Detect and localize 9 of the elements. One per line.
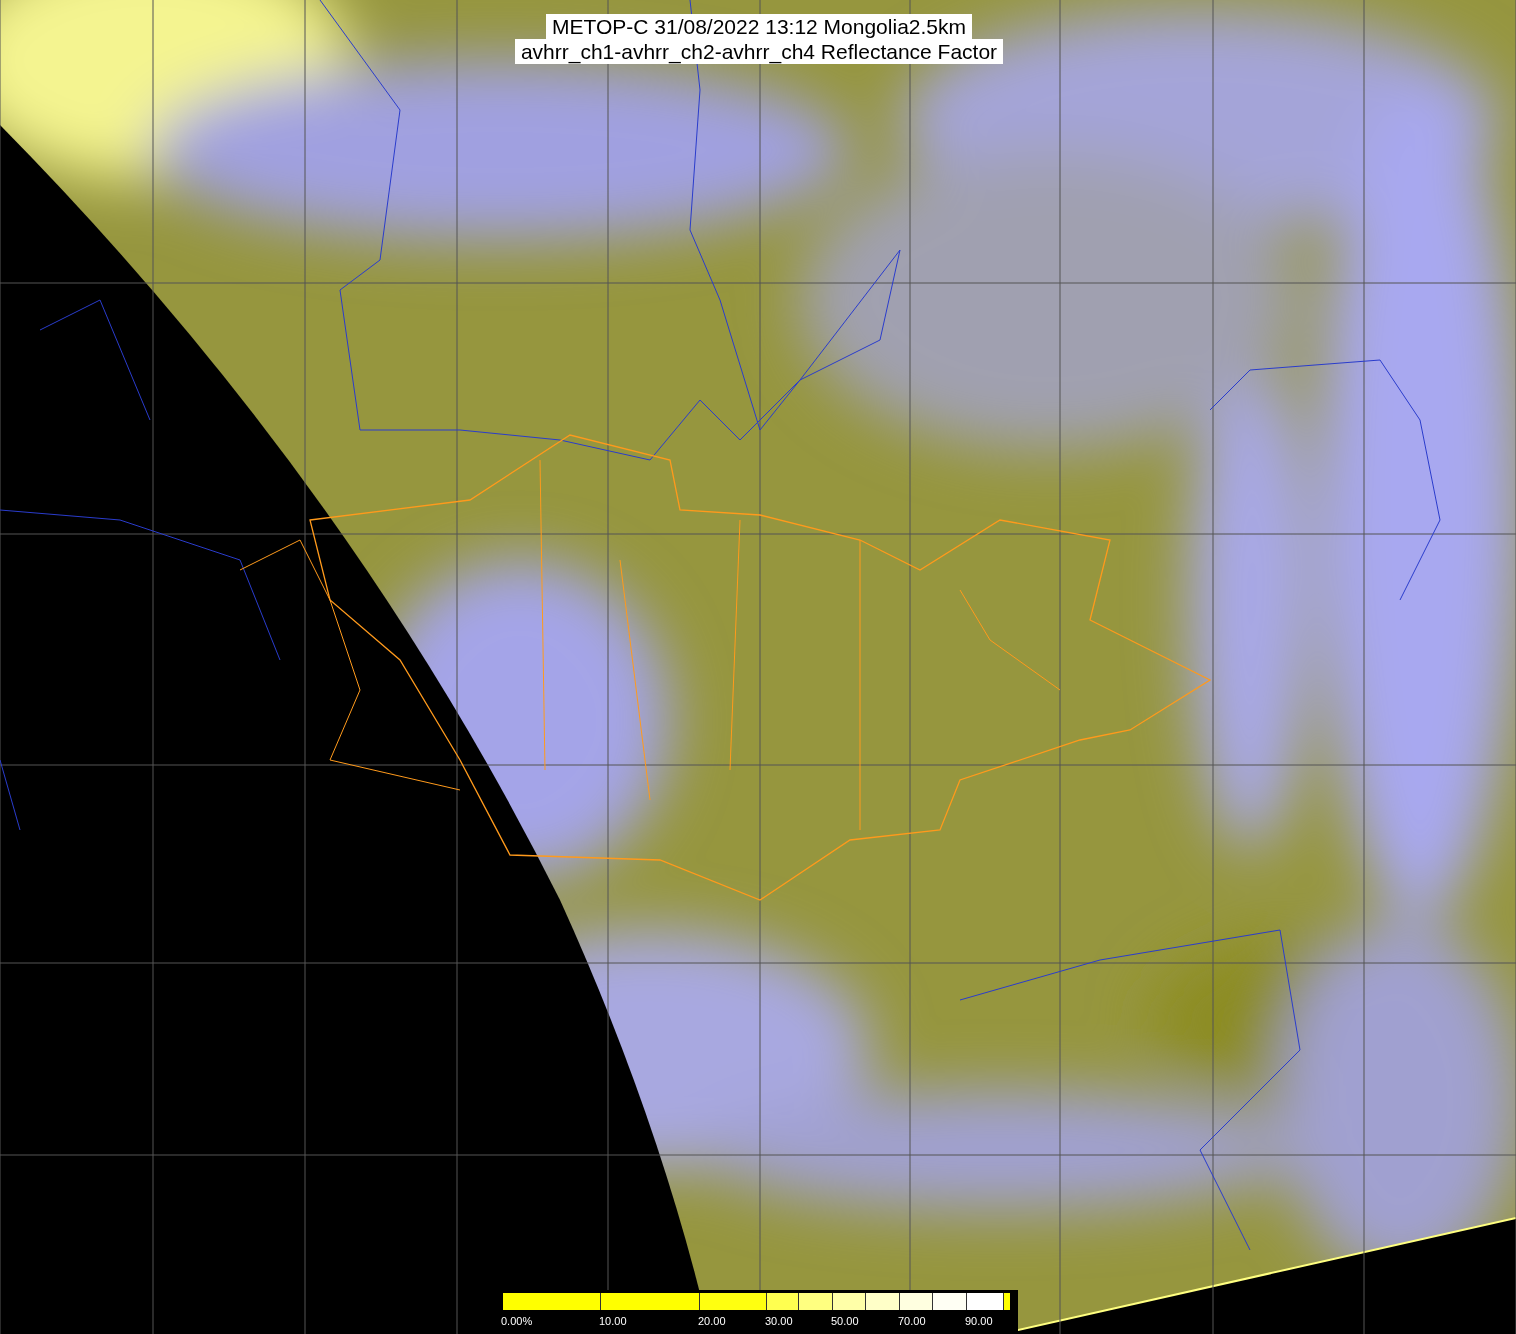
map-title: avhrr_ch1-avhrr_ch2-avhrr_ch4 Reflectance Factor (514, 39, 1004, 64)
map-title: METOP-C 31/08/2022 13:12 Mongolia2.5km (546, 14, 972, 39)
colorbar-label: 30.00 (765, 1315, 794, 1327)
colorbar-label: 20.00 (698, 1315, 727, 1327)
colorbar-label: 0.00% (501, 1315, 534, 1327)
colorbar-label: 50.00 (831, 1315, 860, 1327)
colorbar-label: 10.00 (599, 1315, 628, 1327)
colorbar-label: 70.00 (898, 1315, 927, 1327)
colorbar-label: 90.00 (965, 1315, 994, 1327)
